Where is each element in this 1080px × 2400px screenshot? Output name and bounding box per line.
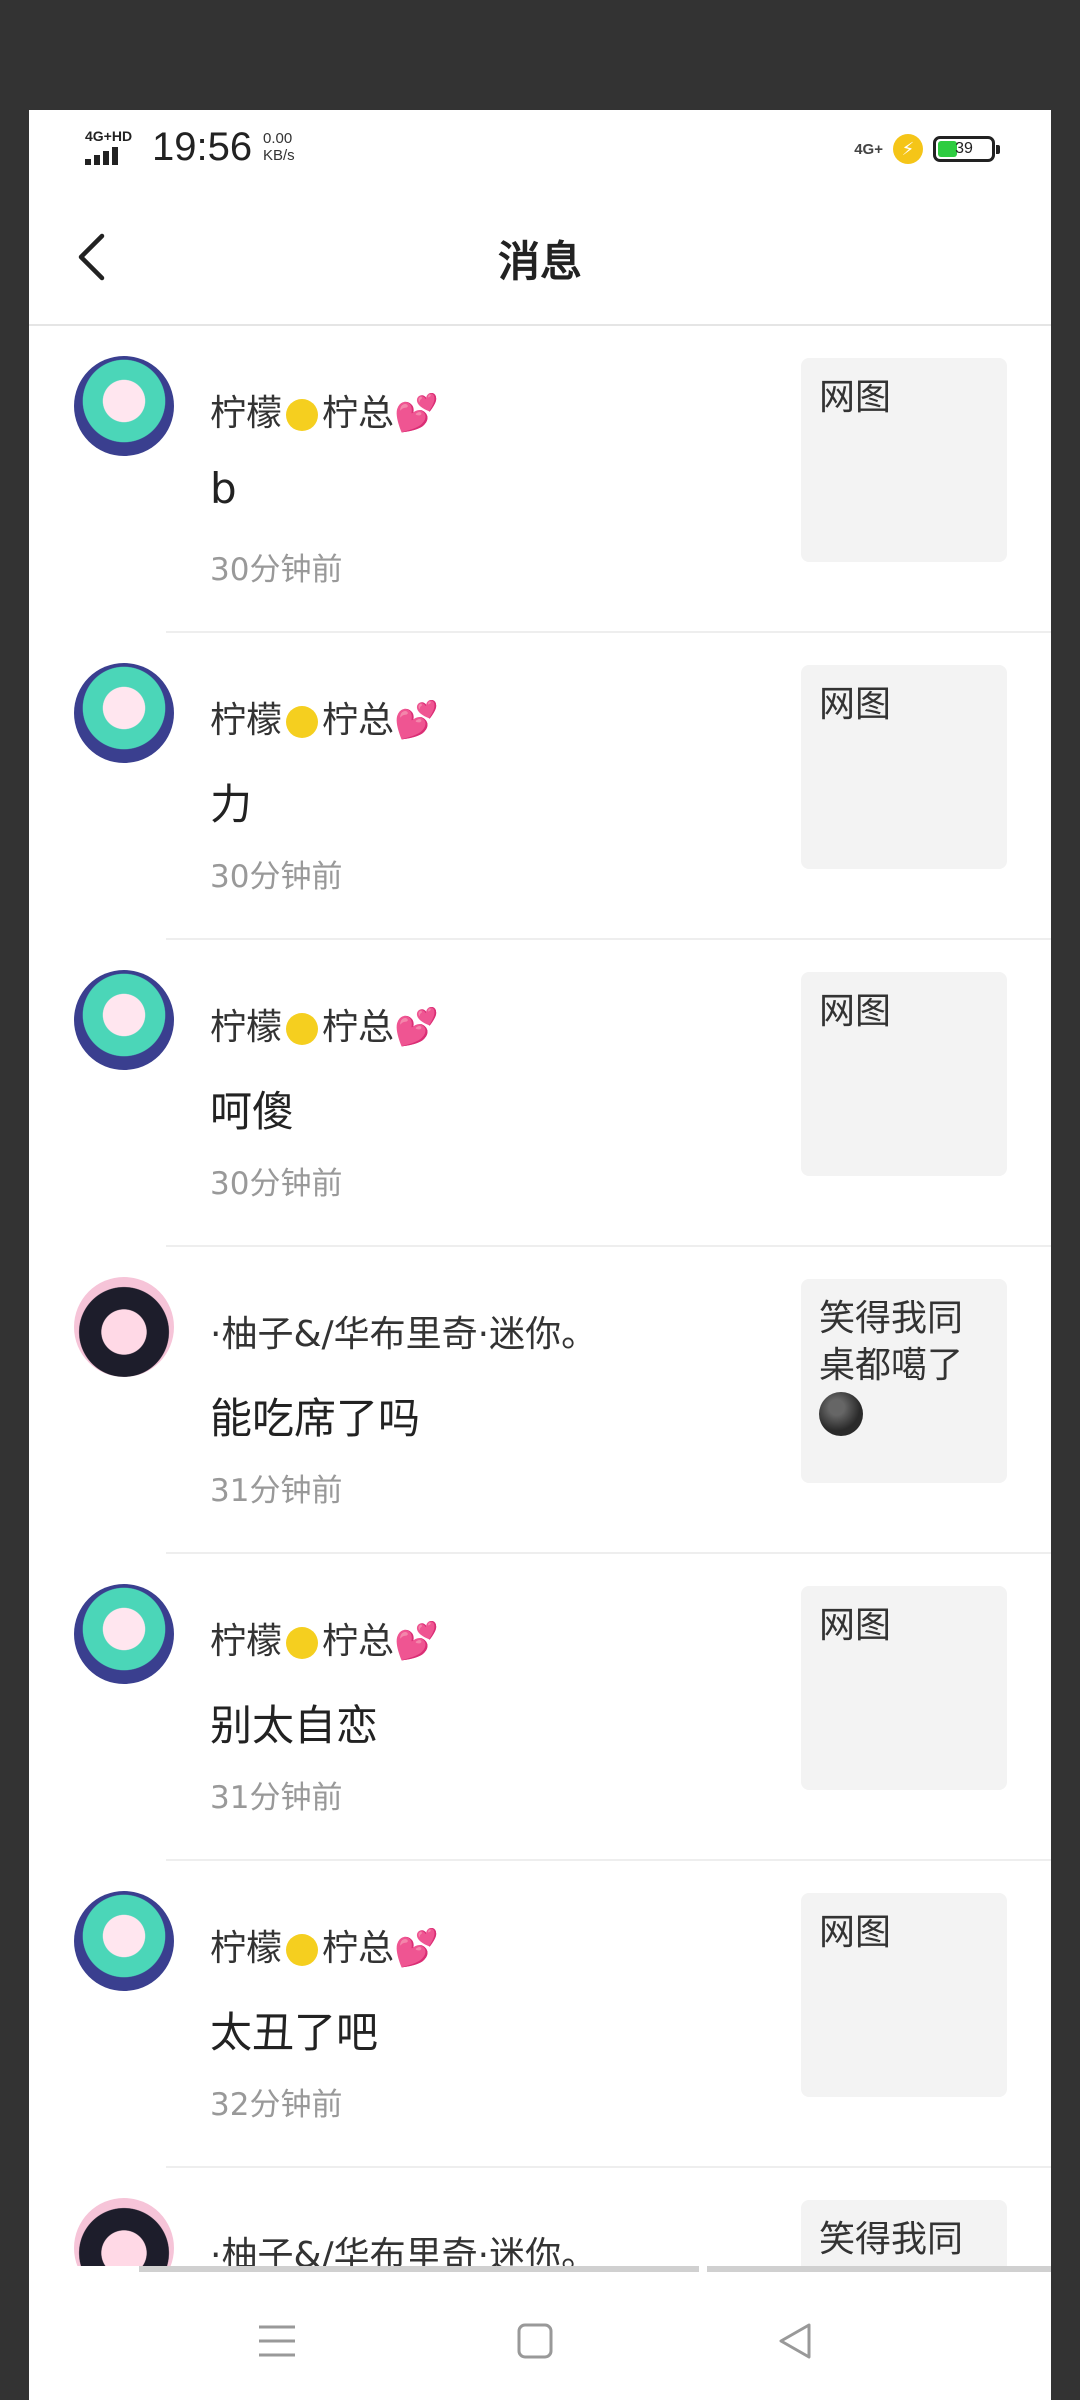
sender-name: 柠檬 柠总💕 <box>210 998 439 1050</box>
message-item[interactable]: 柠檬 柠总💕 力 30分钟前 网图 <box>29 633 1051 940</box>
hearts-emoji-icon: 💕 <box>394 1928 439 1969</box>
network-type: 4G+ <box>854 140 883 158</box>
message-text: 能吃席了吗 <box>210 1394 421 1443</box>
message-item[interactable]: 柠檬 柠总💕 太丑了吧 32分钟前 网图 <box>29 1861 1051 2168</box>
page-title: 消息 <box>497 237 582 286</box>
avatar[interactable] <box>74 970 174 1070</box>
message-text: 力 <box>210 780 253 829</box>
message-time: 31分钟前 <box>210 1473 343 1509</box>
sender-name-part-2: 柠总 <box>322 1928 395 1969</box>
sender-name-part-1: 柠檬 <box>210 1007 283 1048</box>
message-time: 32分钟前 <box>210 2087 343 2123</box>
sender-name: 柠檬 柠总💕 <box>210 1612 439 1664</box>
hearts-emoji-icon: 💕 <box>394 393 439 434</box>
avatar[interactable] <box>74 1277 174 1377</box>
navigation-bar <box>29 2266 1051 2400</box>
message-item[interactable]: 柠檬 柠总💕 别太自恋 31分钟前 网图 <box>29 1554 1051 1861</box>
sender-name-part-2: 柠总 <box>322 393 395 434</box>
home-icon <box>517 2323 553 2359</box>
message-time: 31分钟前 <box>210 1780 343 1816</box>
sender-name: 柠檬 柠总💕 <box>210 384 439 436</box>
back-triangle-icon <box>779 2323 811 2359</box>
net-speed-value: 0.00 <box>263 130 293 147</box>
message-list[interactable]: 柠檬 柠总💕 b 30分钟前 网图 柠檬 柠总💕 力 30分钟前 网图 柠檬 柠总💕 … <box>29 326 1051 2400</box>
menu-button[interactable] <box>247 2316 307 2366</box>
post-thumbnail[interactable]: 网图 <box>801 665 1007 869</box>
sender-name-part-1: 柠檬 <box>210 393 283 434</box>
scroll-indicator <box>707 2266 1051 2272</box>
charging-icon: ⚡ <box>893 134 923 164</box>
back-nav-button[interactable] <box>765 2316 825 2366</box>
post-thumbnail[interactable]: 笑得我同桌都噶了 <box>801 1279 1007 1483</box>
sender-name: 柠檬 柠总💕 <box>210 1919 439 1971</box>
lemon-emoji-icon <box>286 1934 319 1966</box>
sender-name-part-2: 柠总 <box>322 1621 395 1662</box>
sender-name-part-2: 柠总 <box>322 1007 395 1048</box>
clock: 19:56 <box>152 125 253 169</box>
signal-indicator: 4G+HD <box>85 128 141 172</box>
status-right: 4G+ ⚡ 39 <box>854 132 1000 166</box>
lemon-emoji-icon <box>286 1627 319 1659</box>
post-thumbnail[interactable]: 网图 <box>801 1586 1007 1790</box>
lemon-emoji-icon <box>286 706 319 738</box>
lemon-emoji-icon <box>286 1013 319 1045</box>
net-speed: 0.00 KB/s <box>263 130 295 164</box>
scroll-indicator <box>139 2266 699 2272</box>
post-thumbnail[interactable]: 网图 <box>801 358 1007 562</box>
sender-name-part-1: 柠檬 <box>210 700 283 741</box>
net-speed-unit: KB/s <box>263 147 295 164</box>
avatar[interactable] <box>74 663 174 763</box>
hearts-emoji-icon: 💕 <box>394 700 439 741</box>
hearts-emoji-icon: 💕 <box>394 1007 439 1048</box>
message-item[interactable]: 柠檬 柠总💕 b 30分钟前 网图 <box>29 326 1051 633</box>
message-time: 30分钟前 <box>210 859 343 895</box>
avatar[interactable] <box>74 1584 174 1684</box>
lemon-emoji-icon <box>286 399 319 431</box>
message-item[interactable]: 柠檬 柠总💕 呵傻 30分钟前 网图 <box>29 940 1051 1247</box>
battery-icon: 39 <box>933 136 1000 162</box>
message-text: 呵傻 <box>210 1087 295 1136</box>
message-text: 太丑了吧 <box>210 2008 379 2057</box>
sender-name-part-1: 柠檬 <box>210 1621 283 1662</box>
sender-name-part-1: 柠檬 <box>210 1928 283 1969</box>
signal-bars-icon <box>85 146 121 165</box>
message-text: 别太自恋 <box>210 1701 379 1750</box>
post-thumbnail[interactable]: 网图 <box>801 1893 1007 2097</box>
home-button[interactable] <box>505 2316 565 2366</box>
message-text: b <box>210 464 237 513</box>
status-bar: 4G+HD 19:56 0.00 KB/s 4G+ ⚡ 39 <box>29 110 1051 190</box>
post-thumbnail-text: 笑得我同桌都噶了 <box>819 1298 964 1386</box>
avatar[interactable] <box>74 356 174 456</box>
message-time: 30分钟前 <box>210 552 343 588</box>
post-thumbnail[interactable]: 网图 <box>801 972 1007 1176</box>
sender-name-part-2: 柠总 <box>322 700 395 741</box>
sender-name: 柠檬 柠总💕 <box>210 691 439 743</box>
avatar[interactable] <box>74 1891 174 1991</box>
header: 消息 <box>29 190 1051 326</box>
network-label: 4G+HD <box>85 128 133 144</box>
sender-name: ·柚子&/华布里奇·迷你。 <box>210 1314 598 1355</box>
phone-screen: 4G+HD 19:56 0.00 KB/s 4G+ ⚡ 39 消息 柠檬 柠总💕… <box>29 110 1051 2400</box>
smirk-emoji-icon <box>819 1392 863 1436</box>
message-time: 30分钟前 <box>210 1166 343 1202</box>
battery-level: 39 <box>955 140 973 157</box>
message-item[interactable]: ·柚子&/华布里奇·迷你。 能吃席了吗 31分钟前 笑得我同桌都噶了 <box>29 1247 1051 1554</box>
hearts-emoji-icon: 💕 <box>394 1621 439 1662</box>
menu-icon <box>259 2325 295 2357</box>
